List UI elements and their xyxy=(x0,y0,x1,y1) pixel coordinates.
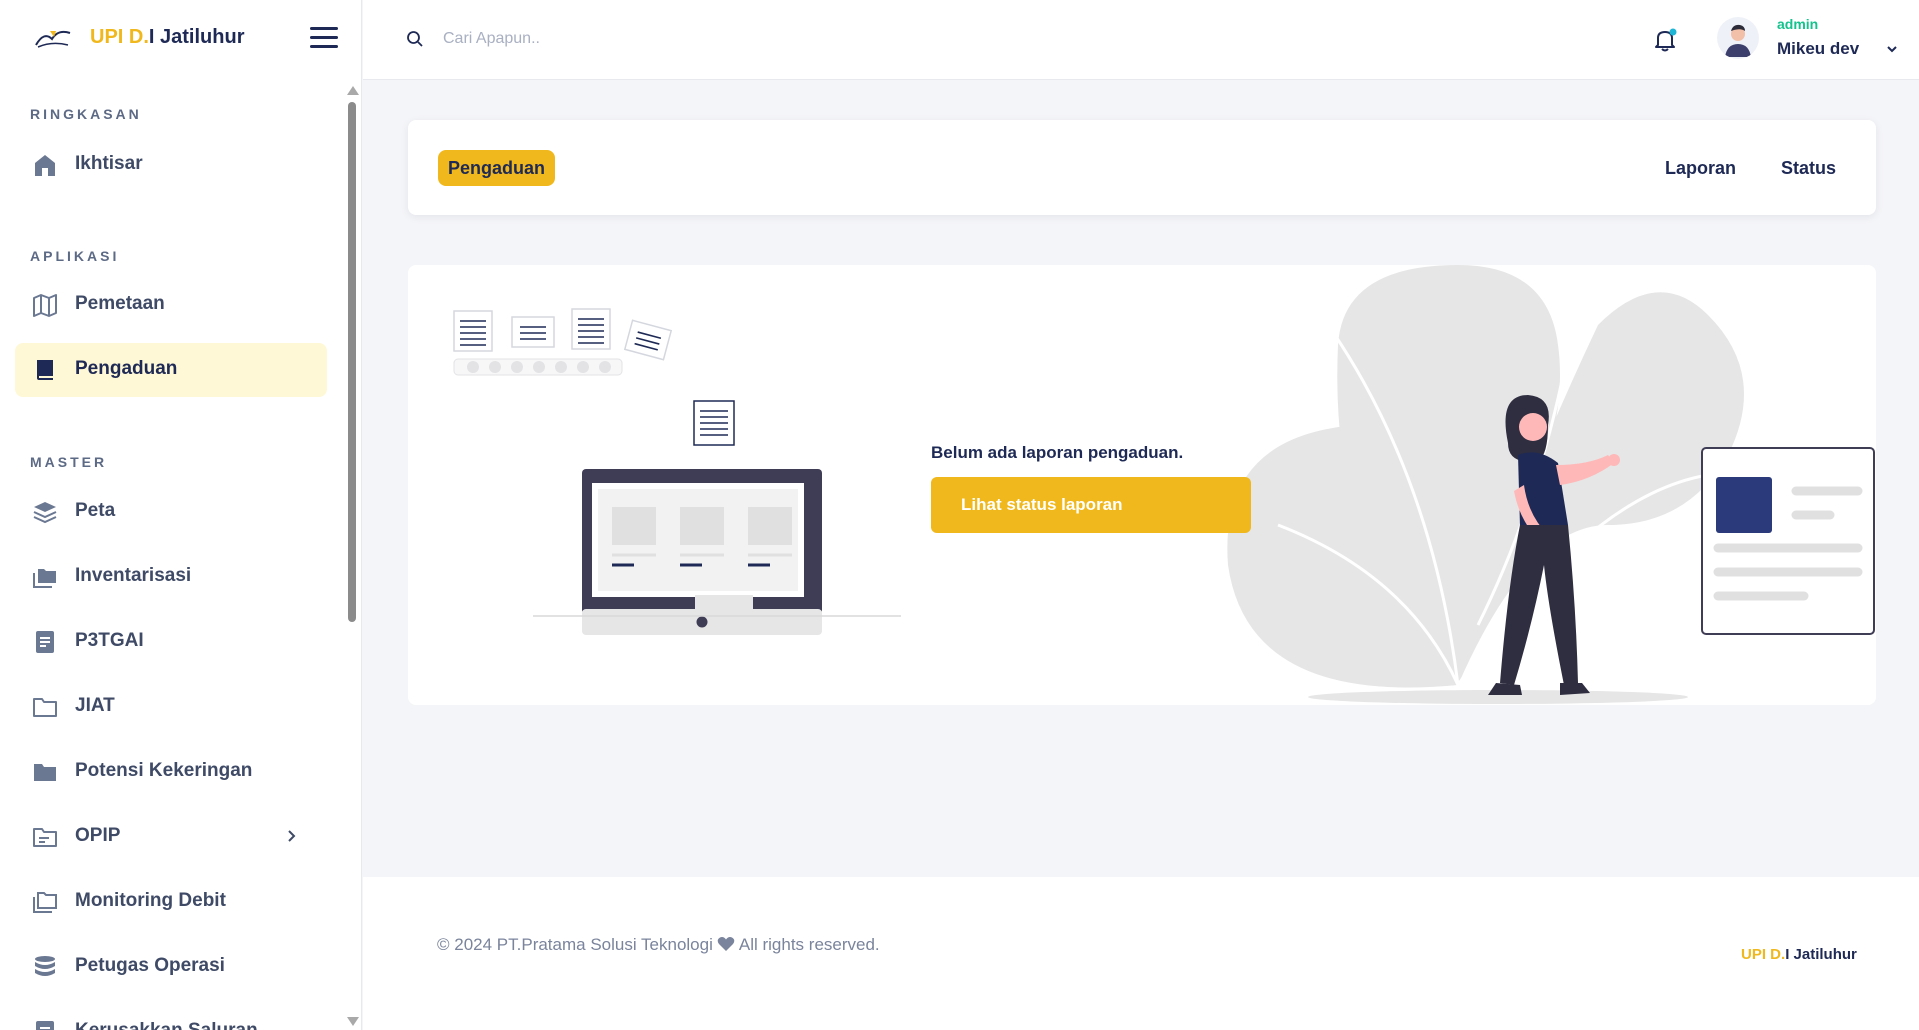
folders-icon xyxy=(33,569,56,588)
scroll-up-arrow-icon[interactable] xyxy=(347,86,359,95)
footer-copyright-before: © 2024 PT.Pratama Solusi Teknologi xyxy=(437,935,713,954)
sidebar-item-ikhtisar[interactable]: Ikhtisar xyxy=(15,138,327,192)
document-icons-row xyxy=(453,308,673,376)
search-input[interactable] xyxy=(443,24,843,54)
sidebar-item-inventarisasi[interactable]: Inventarisasi xyxy=(15,550,327,604)
sidebar: UPI D.I Jatiluhur RINGKASAN Ikhtisar APL… xyxy=(0,0,362,1030)
footer-copyright-after: All rights reserved. xyxy=(738,935,880,954)
sidebar-item-opip[interactable]: OPIP xyxy=(15,810,327,864)
search-icon xyxy=(407,31,423,47)
brand[interactable]: UPI D.I Jatiluhur xyxy=(0,0,361,80)
section-title-ringkasan: RINGKASAN xyxy=(30,106,142,122)
sidebar-item-label: Pemetaan xyxy=(75,293,165,314)
hamburger-line xyxy=(310,45,338,48)
sidebar-item-pengaduan[interactable]: Pengaduan xyxy=(15,343,327,397)
avatar-illustration-icon xyxy=(1725,24,1751,57)
tabs-card: Pengaduan Laporan Status xyxy=(408,120,1876,215)
empty-state-message: Belum ada laporan pengaduan. xyxy=(931,443,1184,462)
footer: © 2024 PT.Pratama Solusi Teknologi All ri… xyxy=(363,877,1919,1030)
sidebar-item-peta[interactable]: Peta xyxy=(15,485,327,539)
avatar[interactable] xyxy=(1717,17,1759,59)
section-title-aplikasi: APLIKASI xyxy=(30,248,120,264)
footer-copyright: © 2024 PT.Pratama Solusi Teknologi All ri… xyxy=(437,935,880,955)
sidebar-item-label: Inventarisasi xyxy=(75,565,192,586)
layers-icon xyxy=(33,502,57,524)
sidebar-item-petugas-operasi[interactable]: Petugas Operasi xyxy=(15,940,327,994)
heart-icon xyxy=(717,937,735,951)
hamburger-line xyxy=(310,27,338,30)
folder-filled-icon xyxy=(34,764,56,781)
footer-brand-part1: UPI D. xyxy=(1741,946,1786,963)
folders-outline-icon xyxy=(33,892,57,913)
user-role: admin xyxy=(1777,16,1819,32)
sidebar-item-label: Kerusakkan Saluran xyxy=(75,1020,258,1030)
home-icon xyxy=(35,155,55,176)
sidebar-item-monitoring-debit[interactable]: Monitoring Debit xyxy=(15,875,327,929)
book-icon xyxy=(37,360,53,380)
brand-name-part1: UPI D. xyxy=(90,26,149,48)
sidebar-item-label: P3TGAI xyxy=(75,630,144,651)
folder-icon xyxy=(33,698,57,717)
plant-leaves xyxy=(1227,265,1744,704)
brand-logo-icon xyxy=(35,30,71,48)
document-icon xyxy=(36,631,54,653)
folder-lines-icon xyxy=(33,828,57,847)
sidebar-item-potensi-kekeringan[interactable]: Potensi Kekeringan xyxy=(15,745,327,799)
scroll-thumb[interactable] xyxy=(348,102,356,622)
notification-bell-icon[interactable] xyxy=(1651,26,1679,54)
sidebar-item-label: Petugas Operasi xyxy=(75,955,225,976)
document-icon xyxy=(36,1021,54,1030)
info-card-illustration xyxy=(1701,447,1875,635)
topbar: admin Mikeu dev xyxy=(363,0,1919,80)
tab-pengaduan[interactable]: Pengaduan xyxy=(438,150,556,186)
sidebar-item-label: Monitoring Debit xyxy=(75,890,226,911)
sidebar-item-label: JIAT xyxy=(75,695,115,716)
sidebar-item-pemetaan[interactable]: Pemetaan xyxy=(15,278,327,332)
brand-name-part2: I Jatiluhur xyxy=(148,26,245,48)
view-report-status-button[interactable]: Lihat status laporan xyxy=(931,477,1251,533)
section-title-master: MASTER xyxy=(30,454,108,470)
sidebar-item-p3tgai[interactable]: P3TGAI xyxy=(15,615,327,669)
chevron-down-icon[interactable] xyxy=(1886,44,1898,54)
hamburger-line xyxy=(310,36,338,39)
tab-status[interactable]: Status xyxy=(1781,158,1836,179)
chevron-right-icon xyxy=(288,830,296,842)
sidebar-scrollbar[interactable] xyxy=(346,86,359,1026)
sidebar-item-label: Potensi Kekeringan xyxy=(75,760,253,781)
monitor-stand xyxy=(533,595,901,617)
sidebar-item-label: Peta xyxy=(75,500,116,521)
sidebar-item-label: OPIP xyxy=(75,825,121,846)
brand-name: UPI D.I Jatiluhur xyxy=(90,26,244,49)
tab-laporan[interactable]: Laporan xyxy=(1665,158,1736,179)
sidebar-item-label: Ikhtisar xyxy=(75,153,143,174)
footer-brand: UPI D.I Jatiluhur xyxy=(1741,946,1857,963)
map-icon xyxy=(33,294,57,317)
monitor-illustration xyxy=(453,308,822,635)
user-name[interactable]: Mikeu dev xyxy=(1777,39,1859,59)
menu-toggle-button[interactable] xyxy=(310,27,340,53)
sidebar-item-kerusakkan-saluran[interactable]: Kerusakkan Saluran xyxy=(15,1005,327,1030)
scroll-down-arrow-icon[interactable] xyxy=(347,1017,359,1026)
sidebar-item-jiat[interactable]: JIAT xyxy=(15,680,327,734)
sidebar-item-label: Pengaduan xyxy=(75,358,178,379)
footer-brand-part2: I Jatiluhur xyxy=(1785,946,1857,963)
database-icon xyxy=(35,956,55,976)
empty-state-card: Belum ada laporan pengaduan. Lihat statu… xyxy=(408,265,1876,705)
